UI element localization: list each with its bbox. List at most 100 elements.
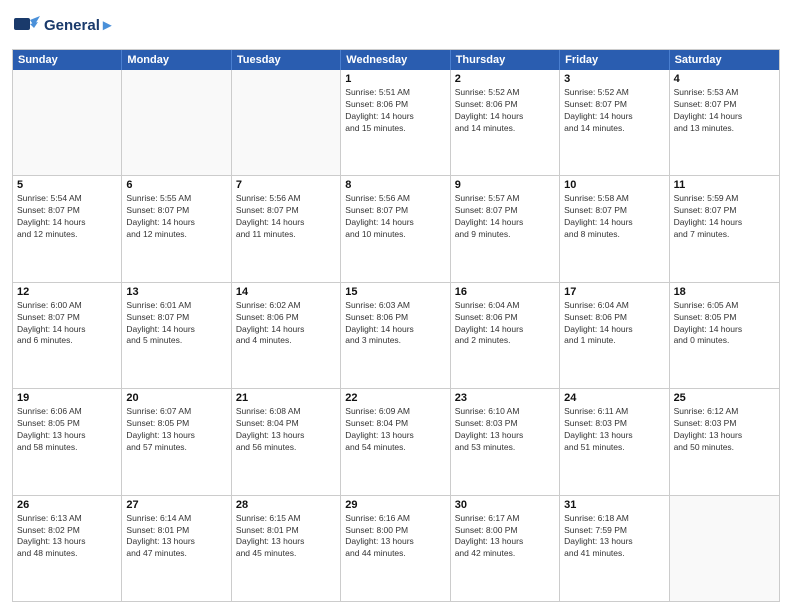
cell-info: Sunrise: 6:06 AM Sunset: 8:05 PM Dayligh… [17, 406, 117, 454]
calendar-cell-3-2: 13 Sunrise: 6:01 AM Sunset: 8:07 PM Dayli… [122, 283, 231, 388]
calendar-cell-3-1: 12 Sunrise: 6:00 AM Sunset: 8:07 PM Dayli… [13, 283, 122, 388]
cell-info: Sunrise: 6:18 AM Sunset: 7:59 PM Dayligh… [564, 513, 664, 561]
header: General► [12, 10, 780, 43]
day-number: 5 [17, 179, 117, 191]
calendar-cell-2-5: 9 Sunrise: 5:57 AM Sunset: 8:07 PM Daylig… [451, 176, 560, 281]
day-number: 29 [345, 499, 445, 511]
cell-info: Sunrise: 5:59 AM Sunset: 8:07 PM Dayligh… [674, 193, 775, 241]
cell-info: Sunrise: 6:00 AM Sunset: 8:07 PM Dayligh… [17, 300, 117, 348]
cell-info: Sunrise: 6:07 AM Sunset: 8:05 PM Dayligh… [126, 406, 226, 454]
calendar: SundayMondayTuesdayWednesdayThursdayFrid… [12, 49, 780, 602]
cell-info: Sunrise: 5:56 AM Sunset: 8:07 PM Dayligh… [345, 193, 445, 241]
calendar-cell-3-5: 16 Sunrise: 6:04 AM Sunset: 8:06 PM Dayli… [451, 283, 560, 388]
calendar-row-3: 12 Sunrise: 6:00 AM Sunset: 8:07 PM Dayli… [13, 282, 779, 388]
calendar-cell-1-6: 3Sunrise: 5:52 AM Sunset: 8:07 PM Daylig… [560, 70, 669, 175]
calendar-cell-1-1 [13, 70, 122, 175]
calendar-header: SundayMondayTuesdayWednesdayThursdayFrid… [13, 50, 779, 70]
calendar-cell-2-2: 6Sunrise: 5:55 AM Sunset: 8:07 PM Daylig… [122, 176, 231, 281]
cell-info: Sunrise: 5:51 AM Sunset: 8:06 PM Dayligh… [345, 87, 445, 135]
cell-info: Sunrise: 6:17 AM Sunset: 8:00 PM Dayligh… [455, 513, 555, 561]
calendar-cell-4-2: 20Sunrise: 6:07 AM Sunset: 8:05 PM Dayli… [122, 389, 231, 494]
cell-info: Sunrise: 6:16 AM Sunset: 8:00 PM Dayligh… [345, 513, 445, 561]
weekday-header-tuesday: Tuesday [232, 50, 341, 70]
cell-info: Sunrise: 6:01 AM Sunset: 8:07 PM Dayligh… [126, 300, 226, 348]
cell-info: Sunrise: 6:12 AM Sunset: 8:03 PM Dayligh… [674, 406, 775, 454]
calendar-cell-5-1: 26 Sunrise: 6:13 AM Sunset: 8:02 PM Dayli… [13, 496, 122, 601]
cell-info: Sunrise: 6:14 AM Sunset: 8:01 PM Dayligh… [126, 513, 226, 561]
cell-info: Sunrise: 5:53 AM Sunset: 8:07 PM Dayligh… [674, 87, 775, 135]
day-number: 26 [17, 499, 117, 511]
calendar-cell-1-7: 4 Sunrise: 5:53 AM Sunset: 8:07 PM Daylig… [670, 70, 779, 175]
calendar-cell-1-2 [122, 70, 231, 175]
calendar-row-1: 1 Sunrise: 5:51 AM Sunset: 8:06 PM Daylig… [13, 70, 779, 175]
day-number: 7 [236, 179, 336, 191]
cell-info: Sunrise: 6:04 AM Sunset: 8:06 PM Dayligh… [564, 300, 664, 348]
calendar-cell-3-4: 15 Sunrise: 6:03 AM Sunset: 8:06 PM Dayli… [341, 283, 450, 388]
day-number: 12 [17, 286, 117, 298]
calendar-row-2: 5Sunrise: 5:54 AM Sunset: 8:07 PM Daylig… [13, 175, 779, 281]
calendar-row-4: 19Sunrise: 6:06 AM Sunset: 8:05 PM Dayli… [13, 388, 779, 494]
cell-info: Sunrise: 6:10 AM Sunset: 8:03 PM Dayligh… [455, 406, 555, 454]
cell-info: Sunrise: 6:13 AM Sunset: 8:02 PM Dayligh… [17, 513, 117, 561]
calendar-cell-5-7 [670, 496, 779, 601]
day-number: 24 [564, 392, 664, 404]
page: General► SundayMondayTuesdayWednesdayThu… [0, 0, 792, 612]
day-number: 11 [674, 179, 775, 191]
day-number: 27 [126, 499, 226, 511]
day-number: 17 [564, 286, 664, 298]
calendar-cell-5-2: 27 Sunrise: 6:14 AM Sunset: 8:01 PM Dayli… [122, 496, 231, 601]
weekday-header-saturday: Saturday [670, 50, 779, 70]
calendar-cell-4-3: 21 Sunrise: 6:08 AM Sunset: 8:04 PM Dayli… [232, 389, 341, 494]
calendar-cell-4-1: 19Sunrise: 6:06 AM Sunset: 8:05 PM Dayli… [13, 389, 122, 494]
calendar-cell-4-5: 23Sunrise: 6:10 AM Sunset: 8:03 PM Dayli… [451, 389, 560, 494]
cell-info: Sunrise: 6:08 AM Sunset: 8:04 PM Dayligh… [236, 406, 336, 454]
cell-info: Sunrise: 5:57 AM Sunset: 8:07 PM Dayligh… [455, 193, 555, 241]
cell-info: Sunrise: 5:55 AM Sunset: 8:07 PM Dayligh… [126, 193, 226, 241]
day-number: 2 [455, 73, 555, 85]
day-number: 28 [236, 499, 336, 511]
cell-info: Sunrise: 6:02 AM Sunset: 8:06 PM Dayligh… [236, 300, 336, 348]
calendar-cell-2-1: 5Sunrise: 5:54 AM Sunset: 8:07 PM Daylig… [13, 176, 122, 281]
weekday-header-wednesday: Wednesday [341, 50, 450, 70]
day-number: 10 [564, 179, 664, 191]
weekday-header-thursday: Thursday [451, 50, 560, 70]
day-number: 9 [455, 179, 555, 191]
cell-info: Sunrise: 6:15 AM Sunset: 8:01 PM Dayligh… [236, 513, 336, 561]
day-number: 4 [674, 73, 775, 85]
day-number: 13 [126, 286, 226, 298]
calendar-cell-4-6: 24 Sunrise: 6:11 AM Sunset: 8:03 PM Dayli… [560, 389, 669, 494]
calendar-row-5: 26 Sunrise: 6:13 AM Sunset: 8:02 PM Dayli… [13, 495, 779, 601]
day-number: 8 [345, 179, 445, 191]
day-number: 14 [236, 286, 336, 298]
calendar-cell-2-4: 8 Sunrise: 5:56 AM Sunset: 8:07 PM Daylig… [341, 176, 450, 281]
day-number: 1 [345, 73, 445, 85]
calendar-cell-1-3 [232, 70, 341, 175]
day-number: 18 [674, 286, 775, 298]
cell-info: Sunrise: 6:05 AM Sunset: 8:05 PM Dayligh… [674, 300, 775, 348]
calendar-cell-5-5: 30 Sunrise: 6:17 AM Sunset: 8:00 PM Dayli… [451, 496, 560, 601]
cell-info: Sunrise: 5:52 AM Sunset: 8:06 PM Dayligh… [455, 87, 555, 135]
day-number: 16 [455, 286, 555, 298]
cell-info: Sunrise: 6:11 AM Sunset: 8:03 PM Dayligh… [564, 406, 664, 454]
weekday-header-friday: Friday [560, 50, 669, 70]
day-number: 22 [345, 392, 445, 404]
calendar-cell-2-6: 10 Sunrise: 5:58 AM Sunset: 8:07 PM Dayli… [560, 176, 669, 281]
cell-info: Sunrise: 6:03 AM Sunset: 8:06 PM Dayligh… [345, 300, 445, 348]
calendar-cell-4-4: 22Sunrise: 6:09 AM Sunset: 8:04 PM Dayli… [341, 389, 450, 494]
cell-info: Sunrise: 5:58 AM Sunset: 8:07 PM Dayligh… [564, 193, 664, 241]
weekday-header-sunday: Sunday [13, 50, 122, 70]
cell-info: Sunrise: 6:04 AM Sunset: 8:06 PM Dayligh… [455, 300, 555, 348]
weekday-header-monday: Monday [122, 50, 231, 70]
calendar-body: 1 Sunrise: 5:51 AM Sunset: 8:06 PM Daylig… [13, 70, 779, 601]
calendar-cell-5-4: 29 Sunrise: 6:16 AM Sunset: 8:00 PM Dayli… [341, 496, 450, 601]
calendar-cell-2-3: 7Sunrise: 5:56 AM Sunset: 8:07 PM Daylig… [232, 176, 341, 281]
calendar-cell-5-6: 31Sunrise: 6:18 AM Sunset: 7:59 PM Dayli… [560, 496, 669, 601]
day-number: 15 [345, 286, 445, 298]
logo: General► [12, 10, 115, 43]
day-number: 21 [236, 392, 336, 404]
logo-text: General► [44, 18, 115, 35]
day-number: 30 [455, 499, 555, 511]
calendar-cell-3-6: 17 Sunrise: 6:04 AM Sunset: 8:06 PM Dayli… [560, 283, 669, 388]
day-number: 25 [674, 392, 775, 404]
calendar-cell-1-4: 1 Sunrise: 5:51 AM Sunset: 8:06 PM Daylig… [341, 70, 450, 175]
